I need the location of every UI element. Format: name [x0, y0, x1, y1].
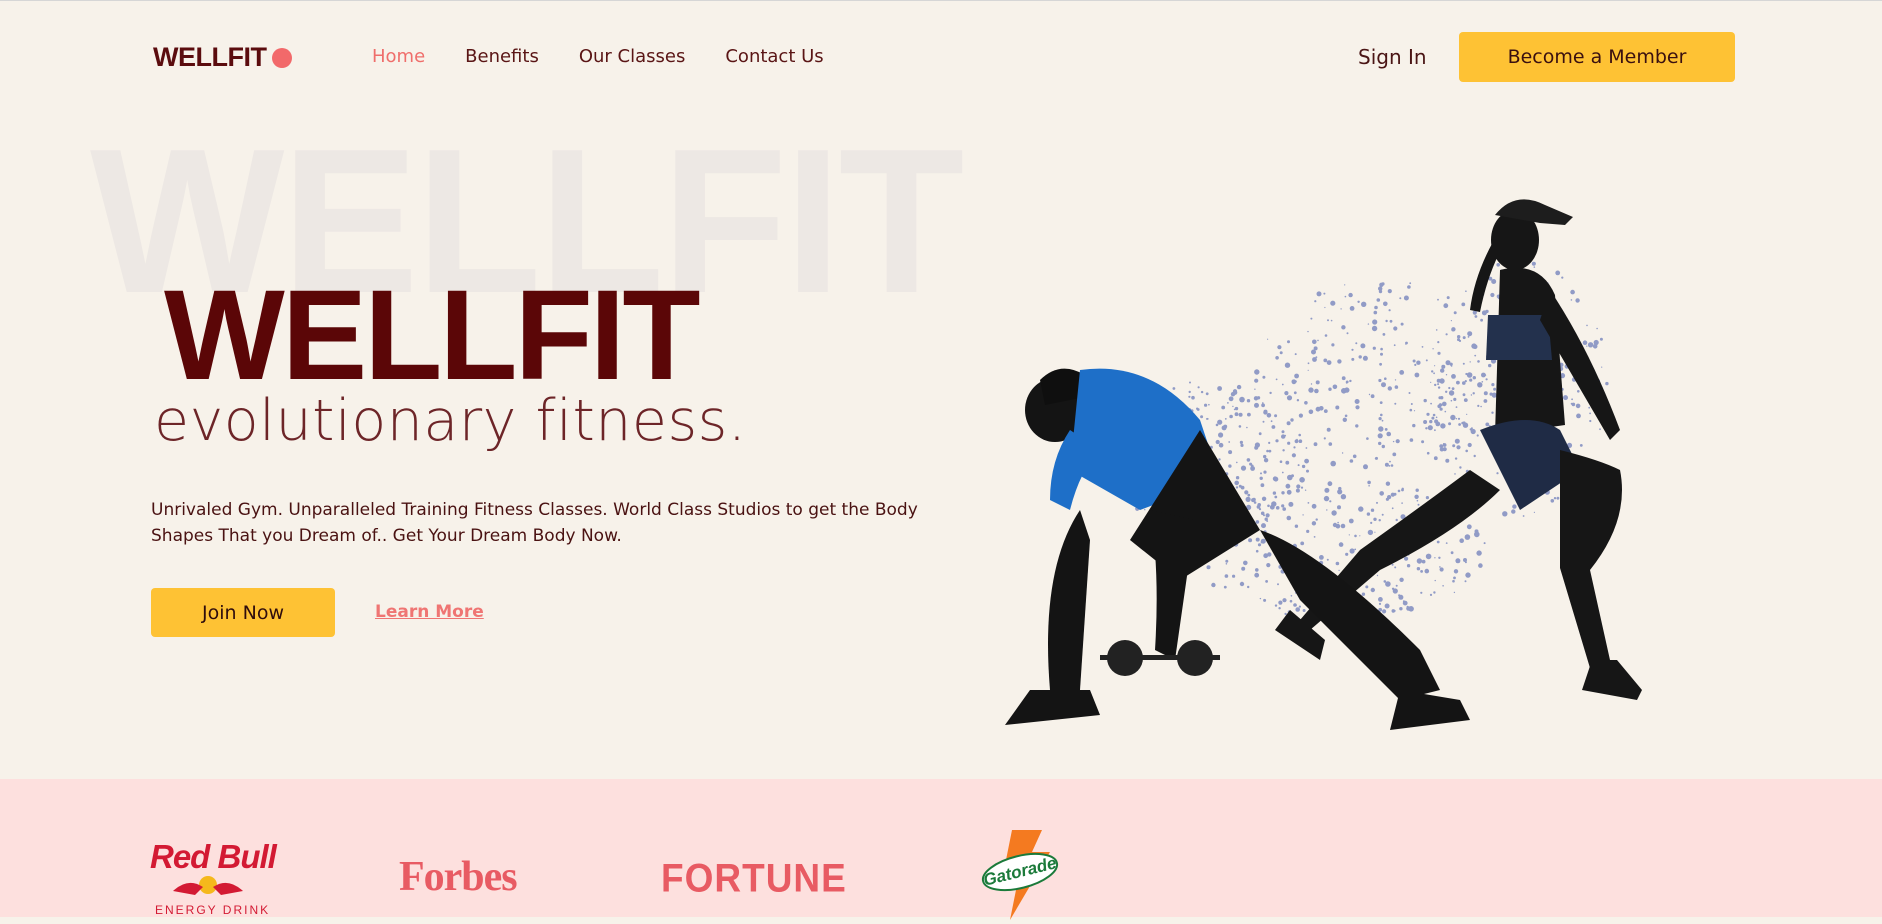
redbull-subtitle: ENERGY DRINK	[155, 903, 271, 917]
redbull-name: Red Bull	[150, 838, 277, 875]
forbes-logo: Forbes	[399, 854, 518, 900]
nav-link-home[interactable]: Home	[372, 46, 425, 67]
gatorade-logo: Gatorade	[980, 830, 1060, 924]
gatorade-bolt-icon: Gatorade	[981, 830, 1058, 920]
site-logo[interactable]: WELLFIT	[153, 42, 293, 73]
nav-link-contact-us[interactable]: Contact Us	[725, 46, 823, 67]
redbull-bulls-icon	[173, 876, 243, 895]
nav-link-our-classes[interactable]: Our Classes	[579, 46, 686, 67]
logo-text: WELLFIT	[153, 42, 267, 72]
athletes-illustration	[1005, 199, 1642, 730]
join-now-button[interactable]: Join Now	[151, 588, 335, 637]
fortune-logo: FORTUNE	[661, 856, 847, 901]
hero-description: Unrivaled Gym. Unparalleled Training Fit…	[151, 500, 918, 546]
redbull-logo: Red Bull ENERGY DRINK	[150, 838, 277, 917]
hero-title: WELLFIT	[164, 264, 700, 407]
hero-subtitle: evolutionary fitness.	[154, 388, 747, 454]
become-member-button[interactable]: Become a Member	[1459, 32, 1735, 82]
learn-more-link[interactable]: Learn More	[375, 602, 484, 622]
nav-links: Home Benefits Our Classes Contact Us	[372, 46, 864, 67]
nav-link-benefits[interactable]: Benefits	[465, 46, 539, 67]
sign-in-link[interactable]: Sign In	[1358, 45, 1427, 69]
partner-brands-band	[0, 779, 1882, 917]
logo-dot-icon	[272, 47, 293, 68]
top-navigation: WELLFIT Home Benefits Our Classes Contac…	[0, 0, 1882, 115]
